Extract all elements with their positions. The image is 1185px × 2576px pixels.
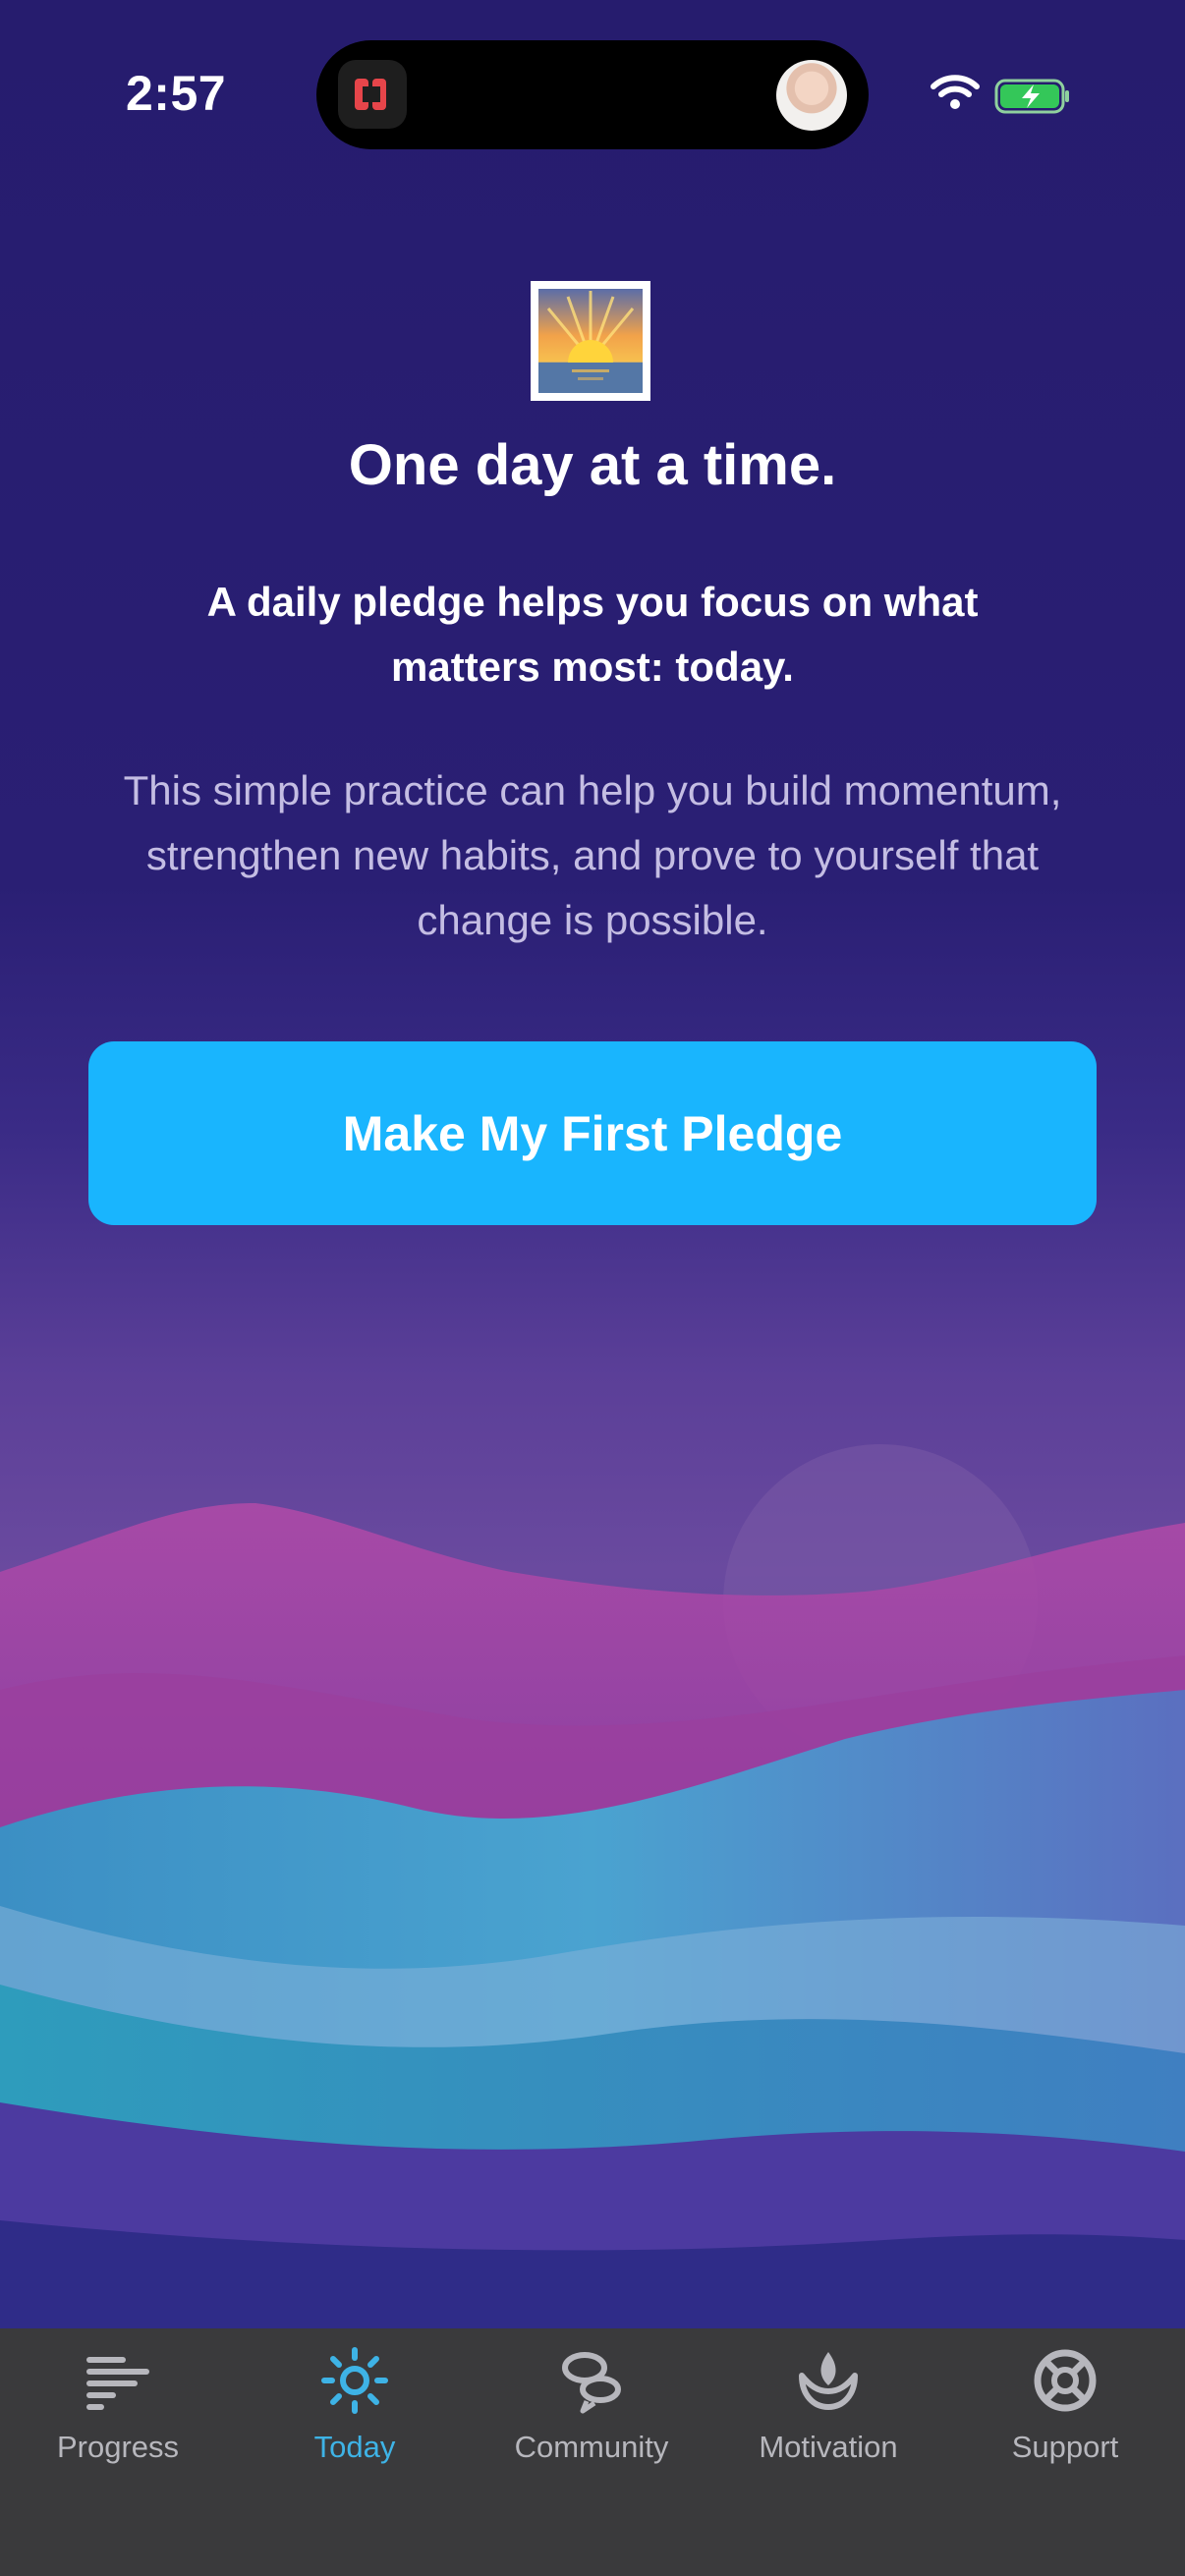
tab-label-today: Today bbox=[313, 2430, 396, 2464]
chat-bubbles-icon bbox=[562, 2352, 621, 2414]
make-first-pledge-button[interactable]: Make My First Pledge bbox=[88, 1041, 1097, 1225]
tab-label-motivation: Motivation bbox=[759, 2430, 898, 2464]
tab-label-support: Support bbox=[1011, 2430, 1119, 2464]
tab-progress[interactable]: Progress bbox=[0, 2328, 236, 2486]
live-activity-app-icon[interactable] bbox=[338, 60, 407, 129]
tab-today[interactable]: Today bbox=[237, 2328, 473, 2486]
progress-bars-icon bbox=[86, 2357, 149, 2410]
tab-label-community: Community bbox=[514, 2430, 669, 2464]
description-text: This simple practice can help you build … bbox=[123, 767, 1062, 943]
lifebuoy-icon bbox=[1034, 2349, 1097, 2412]
dynamic-island bbox=[316, 40, 869, 149]
page-subtitle: A daily pledge helps you focus on what m… bbox=[206, 579, 979, 690]
status-time: 2:57 bbox=[126, 66, 227, 121]
tab-label-progress: Progress bbox=[56, 2430, 180, 2464]
tab-bar: Progress Today Community Motivation Supp… bbox=[0, 2328, 1185, 2576]
live-activity-avatar[interactable] bbox=[776, 60, 847, 131]
mountain-landscape-illustration bbox=[0, 1444, 1185, 2328]
page-title: One day at a time. bbox=[348, 433, 837, 497]
battery-charging-icon bbox=[994, 79, 1069, 114]
lotus-flame-icon bbox=[799, 2352, 858, 2410]
tab-community[interactable]: Community bbox=[474, 2328, 709, 2486]
tab-motivation[interactable]: Motivation bbox=[710, 2328, 946, 2486]
tab-support[interactable]: Support bbox=[947, 2328, 1183, 2486]
sunrise-icon bbox=[531, 281, 650, 401]
wifi-icon bbox=[931, 75, 980, 109]
sun-icon bbox=[321, 2347, 388, 2414]
